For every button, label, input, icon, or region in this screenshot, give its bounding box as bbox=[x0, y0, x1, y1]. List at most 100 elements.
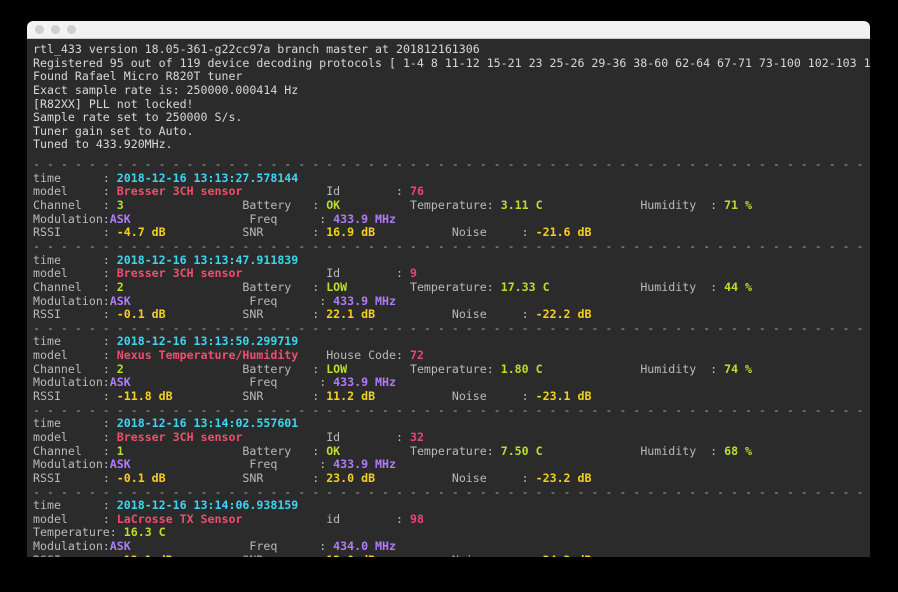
record-modulation-line: Modulation:ASK Freq : 433.9 MHz bbox=[33, 295, 870, 309]
time-label: time bbox=[33, 416, 103, 430]
header-line-text: Registered 95 out of 119 device decoding… bbox=[33, 56, 870, 70]
header-line-text: [R82XX] PLL not locked! bbox=[33, 97, 194, 111]
colon: : bbox=[103, 512, 117, 526]
record-model-line: model : LaCrosse TX Sensor id : 98 bbox=[33, 513, 870, 527]
modulation-value: ASK bbox=[110, 212, 250, 226]
humidity-label: Humidity bbox=[640, 362, 710, 376]
noise-value: -21.6 dB bbox=[536, 225, 592, 239]
model-value: Bresser 3CH sensor bbox=[117, 266, 243, 280]
channel-value: 3 bbox=[117, 198, 243, 212]
rssi-label: RSSI bbox=[33, 471, 103, 485]
colon: : bbox=[103, 471, 117, 485]
colon: : bbox=[319, 457, 333, 471]
colon: : bbox=[522, 225, 536, 239]
record-time-line: time : 2018-12-16 13:14:06.938159 bbox=[33, 499, 870, 513]
record-modulation-line: Modulation:ASK Freq : 434.0 MHz bbox=[33, 540, 870, 554]
temperature-label: Temperature: bbox=[410, 362, 501, 376]
battery-value: OK bbox=[326, 198, 410, 212]
sensor-record: time : 2018-12-16 13:13:50.299719model :… bbox=[33, 335, 870, 403]
record-channel-line: Channel : 1 Battery : OK Temperature: 7.… bbox=[33, 445, 870, 459]
colon: : bbox=[312, 307, 326, 321]
record-time-line: time : 2018-12-16 13:13:47.911839 bbox=[33, 254, 870, 268]
model-label: model bbox=[33, 348, 103, 362]
modulation-label: Modulation: bbox=[33, 212, 110, 226]
modulation-value: ASK bbox=[110, 457, 250, 471]
gap bbox=[242, 512, 326, 526]
time-value: 2018-12-16 13:14:06.938159 bbox=[117, 498, 298, 512]
header-line: Registered 95 out of 119 device decoding… bbox=[33, 57, 870, 71]
record-rssi-line: RSSI : -0.1 dB SNR : 22.1 dB Noise : -22… bbox=[33, 308, 870, 322]
model-label: model bbox=[33, 184, 103, 198]
maximize-button[interactable] bbox=[67, 25, 76, 34]
temperature-label: Temperature: bbox=[410, 280, 501, 294]
freq-label: Freq bbox=[249, 539, 319, 553]
minimize-button[interactable] bbox=[51, 25, 60, 34]
colon: : bbox=[103, 430, 117, 444]
temperature-label: Temperature: bbox=[410, 444, 501, 458]
humidity-value: 71 % bbox=[724, 198, 870, 212]
snr-value: 23.0 dB bbox=[326, 471, 452, 485]
snr-label: SNR bbox=[242, 225, 312, 239]
record-rssi-line: RSSI : -0.1 dB SNR : 23.0 dB Noise : -23… bbox=[33, 472, 870, 486]
humidity-label: Humidity bbox=[640, 198, 710, 212]
colon: : bbox=[396, 512, 410, 526]
colon: : bbox=[103, 389, 117, 403]
battery-value: OK bbox=[326, 444, 410, 458]
gap bbox=[242, 430, 326, 444]
record-model-line: model : Nexus Temperature/Humidity House… bbox=[33, 349, 870, 363]
colon: : bbox=[312, 389, 326, 403]
colon: : bbox=[103, 225, 117, 239]
colon: : bbox=[522, 553, 536, 557]
rssi-value: -0.1 dB bbox=[117, 471, 243, 485]
record-channel-line: Channel : 2 Battery : LOW Temperature: 1… bbox=[33, 363, 870, 377]
modulation-label: Modulation: bbox=[33, 457, 110, 471]
terminal-window[interactable]: rtl_433 version 18.05-361-g22cc97a branc… bbox=[27, 21, 870, 557]
colon: : bbox=[396, 266, 410, 280]
colon: : bbox=[103, 198, 117, 212]
colon: : bbox=[710, 280, 724, 294]
colon: : bbox=[319, 375, 333, 389]
freq-value: 433.9 MHz bbox=[333, 294, 396, 308]
sensor-record: time : 2018-12-16 13:13:47.911839model :… bbox=[33, 254, 870, 322]
temperature-value: 1.80 C bbox=[501, 362, 641, 376]
temperature-value: 3.11 C bbox=[501, 198, 641, 212]
colon: : bbox=[103, 253, 117, 267]
window-titlebar[interactable] bbox=[27, 21, 870, 39]
snr-value: 16.9 dB bbox=[326, 225, 452, 239]
humidity-label: Humidity bbox=[640, 280, 710, 294]
time-label: time bbox=[33, 171, 103, 185]
header-line-text: rtl_433 version 18.05-361-g22cc97a branc… bbox=[33, 42, 480, 56]
freq-value: 433.9 MHz bbox=[333, 457, 396, 471]
colon: : bbox=[319, 539, 333, 553]
colon: : bbox=[103, 280, 117, 294]
header-line: Exact sample rate is: 250000.000414 Hz bbox=[33, 84, 870, 98]
header-line: Sample rate set to 250000 S/s. bbox=[33, 111, 870, 125]
channel-value: 2 bbox=[117, 280, 243, 294]
snr-label: SNR bbox=[242, 307, 312, 321]
battery-label: Battery bbox=[242, 198, 312, 212]
id-label: id bbox=[326, 512, 396, 526]
id-value: 32 bbox=[410, 430, 424, 444]
time-value: 2018-12-16 13:14:02.557601 bbox=[117, 416, 298, 430]
terminal-output[interactable]: rtl_433 version 18.05-361-g22cc97a branc… bbox=[27, 39, 870, 557]
rssi-label: RSSI bbox=[33, 225, 103, 239]
colon: : bbox=[396, 184, 410, 198]
modulation-label: Modulation: bbox=[33, 539, 110, 553]
record-time-line: time : 2018-12-16 13:13:50.299719 bbox=[33, 335, 870, 349]
record-modulation-line: Modulation:ASK Freq : 433.9 MHz bbox=[33, 458, 870, 472]
id-label: Id bbox=[326, 430, 396, 444]
colon: : bbox=[312, 553, 326, 557]
rssi-label: RSSI bbox=[33, 389, 103, 403]
colon: : bbox=[312, 471, 326, 485]
noise-label: Noise bbox=[452, 389, 522, 403]
gap bbox=[242, 266, 326, 280]
model-value: Bresser 3CH sensor bbox=[117, 430, 243, 444]
temperature-label: Temperature: bbox=[410, 198, 501, 212]
colon: : bbox=[103, 348, 117, 362]
snr-label: SNR bbox=[242, 553, 312, 557]
gap bbox=[298, 348, 326, 362]
record-rssi-line: RSSI : -12.1 dB SNR : 12.0 dB Noise : -2… bbox=[33, 554, 870, 557]
colon: : bbox=[522, 471, 536, 485]
channel-label: Channel bbox=[33, 444, 103, 458]
close-button[interactable] bbox=[35, 25, 44, 34]
